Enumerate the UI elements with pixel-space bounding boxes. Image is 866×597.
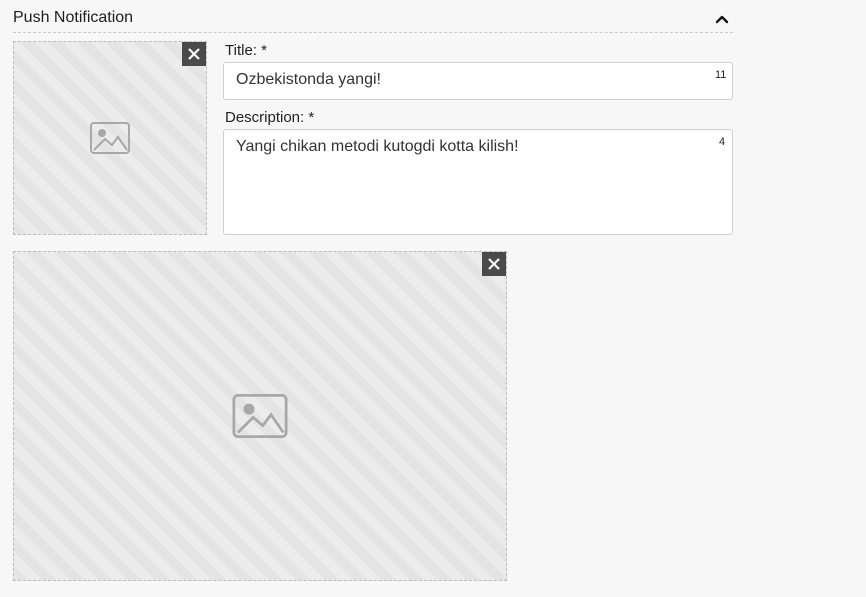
- remove-image-button[interactable]: [182, 42, 206, 66]
- title-char-counter: 11: [715, 69, 727, 81]
- section-header: Push Notification: [13, 6, 733, 33]
- remove-large-image-button[interactable]: [482, 252, 506, 276]
- description-textarea[interactable]: Yangi chikan metodi kutogdi kotta kilish…: [223, 129, 733, 235]
- title-input-value: Ozbekistonda yangi!: [236, 71, 381, 88]
- close-icon: [488, 258, 500, 270]
- description-label: Description: *: [225, 109, 315, 126]
- description-char-counter: 4: [719, 136, 726, 148]
- section-title: Push Notification: [13, 9, 134, 26]
- chevron-up-icon: [715, 15, 729, 24]
- image-placeholder-icon: [232, 394, 288, 438]
- title-input[interactable]: Ozbekistonda yangi!: [223, 62, 733, 100]
- image-placeholder-icon: [90, 122, 130, 154]
- notification-large-image-slot[interactable]: [13, 251, 507, 581]
- title-label: Title: *: [225, 42, 267, 59]
- collapse-button[interactable]: [713, 10, 731, 28]
- description-textarea-value: Yangi chikan metodi kutogdi kotta kilish…: [236, 138, 519, 155]
- notification-image-slot[interactable]: [13, 41, 207, 235]
- close-icon: [188, 48, 200, 60]
